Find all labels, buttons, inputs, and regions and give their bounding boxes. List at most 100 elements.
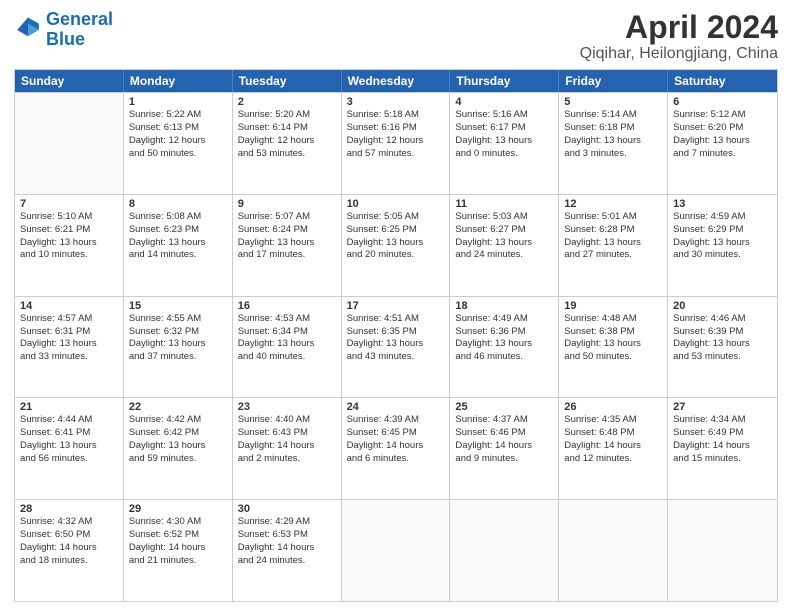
cell-line: Daylight: 12 hours: [347, 135, 445, 148]
day-number: 15: [129, 300, 227, 312]
cell-line: Daylight: 13 hours: [20, 237, 118, 250]
day-number: 3: [347, 96, 445, 108]
cell-line: Sunrise: 5:22 AM: [129, 109, 227, 122]
cell-line: Daylight: 13 hours: [455, 135, 553, 148]
cal-cell: 27Sunrise: 4:34 AMSunset: 6:49 PMDayligh…: [668, 398, 777, 499]
logo: General Blue: [14, 10, 113, 50]
col-header-saturday: Saturday: [668, 70, 777, 92]
cell-line: Sunrise: 4:40 AM: [238, 414, 336, 427]
cell-line: Sunset: 6:20 PM: [673, 122, 772, 135]
header: General Blue April 2024 Qiqihar, Heilong…: [14, 10, 778, 63]
day-number: 6: [673, 96, 772, 108]
cell-line: and 43 minutes.: [347, 351, 445, 364]
day-number: 13: [673, 198, 772, 210]
day-number: 18: [455, 300, 553, 312]
cell-line: Sunset: 6:35 PM: [347, 326, 445, 339]
cell-line: and 53 minutes.: [673, 351, 772, 364]
cell-line: Daylight: 14 hours: [238, 440, 336, 453]
cell-line: Sunset: 6:14 PM: [238, 122, 336, 135]
cal-cell: 19Sunrise: 4:48 AMSunset: 6:38 PMDayligh…: [559, 297, 668, 398]
cell-line: Sunset: 6:38 PM: [564, 326, 662, 339]
day-number: 1: [129, 96, 227, 108]
cell-line: Sunset: 6:29 PM: [673, 224, 772, 237]
logo-line1: General: [46, 9, 113, 29]
cal-cell: 30Sunrise: 4:29 AMSunset: 6:53 PMDayligh…: [233, 500, 342, 601]
cell-line: Sunset: 6:17 PM: [455, 122, 553, 135]
cell-line: Daylight: 13 hours: [129, 237, 227, 250]
cell-line: Daylight: 13 hours: [238, 338, 336, 351]
cal-cell: 9Sunrise: 5:07 AMSunset: 6:24 PMDaylight…: [233, 195, 342, 296]
cell-line: Daylight: 14 hours: [238, 542, 336, 555]
cal-cell: 16Sunrise: 4:53 AMSunset: 6:34 PMDayligh…: [233, 297, 342, 398]
week-5: 28Sunrise: 4:32 AMSunset: 6:50 PMDayligh…: [15, 499, 777, 601]
day-number: 12: [564, 198, 662, 210]
cell-line: Sunset: 6:48 PM: [564, 427, 662, 440]
cell-line: Sunset: 6:21 PM: [20, 224, 118, 237]
main-title: April 2024: [580, 10, 778, 45]
day-number: 28: [20, 503, 118, 515]
cell-line: Sunset: 6:25 PM: [347, 224, 445, 237]
week-3: 14Sunrise: 4:57 AMSunset: 6:31 PMDayligh…: [15, 296, 777, 398]
day-number: 30: [238, 503, 336, 515]
cell-line: Sunrise: 4:59 AM: [673, 211, 772, 224]
cell-line: Daylight: 13 hours: [20, 440, 118, 453]
cell-line: and 33 minutes.: [20, 351, 118, 364]
cal-cell: [15, 93, 124, 194]
cell-line: Daylight: 13 hours: [20, 338, 118, 351]
subtitle: Qiqihar, Heilongjiang, China: [580, 45, 778, 63]
cell-line: Daylight: 13 hours: [129, 338, 227, 351]
cell-line: Sunrise: 4:29 AM: [238, 516, 336, 529]
cell-line: Sunrise: 5:07 AM: [238, 211, 336, 224]
cell-line: Sunrise: 4:42 AM: [129, 414, 227, 427]
cal-cell: 28Sunrise: 4:32 AMSunset: 6:50 PMDayligh…: [15, 500, 124, 601]
cell-line: Sunset: 6:49 PM: [673, 427, 772, 440]
cell-line: Daylight: 12 hours: [238, 135, 336, 148]
cell-line: Sunrise: 4:53 AM: [238, 313, 336, 326]
cell-line: Sunset: 6:36 PM: [455, 326, 553, 339]
cell-line: Sunrise: 4:49 AM: [455, 313, 553, 326]
cell-line: and 37 minutes.: [129, 351, 227, 364]
cal-cell: 14Sunrise: 4:57 AMSunset: 6:31 PMDayligh…: [15, 297, 124, 398]
cell-line: and 53 minutes.: [238, 148, 336, 161]
cell-line: and 15 minutes.: [673, 453, 772, 466]
cell-line: Sunset: 6:24 PM: [238, 224, 336, 237]
cal-cell: 5Sunrise: 5:14 AMSunset: 6:18 PMDaylight…: [559, 93, 668, 194]
cal-cell: 18Sunrise: 4:49 AMSunset: 6:36 PMDayligh…: [450, 297, 559, 398]
day-number: 26: [564, 401, 662, 413]
col-header-monday: Monday: [124, 70, 233, 92]
day-number: 5: [564, 96, 662, 108]
cell-line: and 9 minutes.: [455, 453, 553, 466]
day-number: 25: [455, 401, 553, 413]
cell-line: Sunset: 6:18 PM: [564, 122, 662, 135]
cell-line: Sunrise: 5:12 AM: [673, 109, 772, 122]
cell-line: Daylight: 14 hours: [564, 440, 662, 453]
day-number: 2: [238, 96, 336, 108]
day-number: 21: [20, 401, 118, 413]
cell-line: Sunrise: 5:08 AM: [129, 211, 227, 224]
cell-line: and 40 minutes.: [238, 351, 336, 364]
cal-cell: 21Sunrise: 4:44 AMSunset: 6:41 PMDayligh…: [15, 398, 124, 499]
cell-line: and 17 minutes.: [238, 249, 336, 262]
cell-line: Daylight: 13 hours: [673, 135, 772, 148]
cell-line: and 10 minutes.: [20, 249, 118, 262]
cell-line: Sunrise: 4:44 AM: [20, 414, 118, 427]
cell-line: Sunrise: 5:14 AM: [564, 109, 662, 122]
cell-line: Daylight: 13 hours: [673, 338, 772, 351]
cell-line: Daylight: 12 hours: [129, 135, 227, 148]
cell-line: and 27 minutes.: [564, 249, 662, 262]
day-number: 17: [347, 300, 445, 312]
page: General Blue April 2024 Qiqihar, Heilong…: [0, 0, 792, 612]
day-number: 16: [238, 300, 336, 312]
col-header-wednesday: Wednesday: [342, 70, 451, 92]
cal-cell: [450, 500, 559, 601]
cell-line: Daylight: 13 hours: [564, 237, 662, 250]
logo-icon: [14, 16, 42, 44]
day-number: 20: [673, 300, 772, 312]
cell-line: Daylight: 13 hours: [347, 237, 445, 250]
day-number: 8: [129, 198, 227, 210]
cell-line: Sunset: 6:32 PM: [129, 326, 227, 339]
cal-cell: 12Sunrise: 5:01 AMSunset: 6:28 PMDayligh…: [559, 195, 668, 296]
day-number: 7: [20, 198, 118, 210]
cal-cell: 6Sunrise: 5:12 AMSunset: 6:20 PMDaylight…: [668, 93, 777, 194]
cell-line: Daylight: 13 hours: [129, 440, 227, 453]
